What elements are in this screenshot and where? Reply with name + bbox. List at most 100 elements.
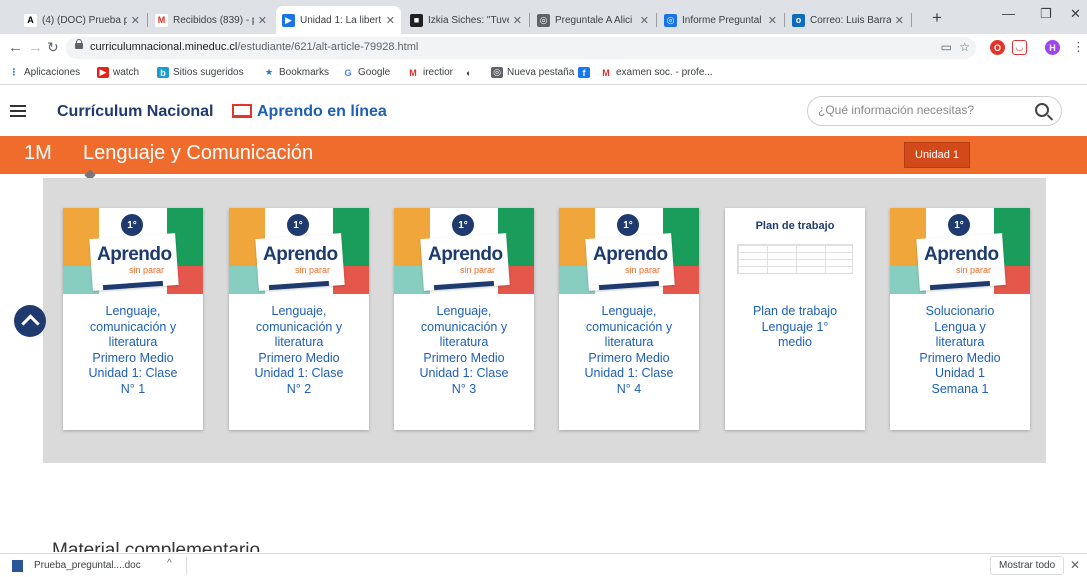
card-title-line: Primero Medio <box>92 350 174 365</box>
search-input[interactable] <box>818 103 1018 117</box>
show-all-button[interactable]: Mostrar todo <box>990 556 1065 575</box>
browser-tab[interactable]: ◎ Informe Preguntal ✕ <box>658 6 783 34</box>
card-title[interactable]: Lenguaje, comunicación y literatura Primero… <box>239 304 359 397</box>
bookmark-icon: ★ <box>263 67 275 78</box>
card-title-line: Plan de trabajo <box>752 304 838 318</box>
forward-arrow-icon[interactable]: → <box>28 39 43 56</box>
tab-close-icon[interactable]: ✕ <box>768 14 777 27</box>
browser-tab[interactable]: ◎ Preguntale A Alici ✕ <box>531 6 655 34</box>
scroll-up-button[interactable] <box>14 305 46 337</box>
subject-bar: 1M Lenguaje y Comunicación Unidad 1 <box>0 136 1087 174</box>
tab-separator <box>147 13 148 27</box>
bookmark-label: Bookmarks <box>279 67 330 78</box>
aprendo-en-linea-link[interactable]: Aprendo en línea <box>232 103 387 121</box>
bookmark-label: irectior <box>423 67 454 78</box>
card-title-line: medio <box>777 335 813 349</box>
card-title-line: Unidad 1: Clase <box>254 366 344 380</box>
card-title-line: Unidad 1: Clase <box>88 366 178 380</box>
search-box <box>807 96 1062 126</box>
resource-card[interactable]: 1° Aprendo sin parar Lenguaje, comunicación … <box>559 208 699 430</box>
address-bar[interactable]: curriculumnacional.mineduc.cl/estudiante… <box>66 37 976 59</box>
cover-title: Aprendo <box>924 244 999 265</box>
bookmark-item[interactable]: ⋮ Aplicaciones <box>8 67 80 78</box>
resource-card[interactable]: 1° Aprendo sin parar Lenguaje, comunicación … <box>394 208 534 430</box>
card-title-line: Lenguaje, <box>436 304 492 318</box>
card-title[interactable]: Plan de trabajo Lenguaje 1° medio <box>735 304 855 351</box>
card-title-line: N° 4 <box>616 381 642 396</box>
card-title[interactable]: Lenguaje, comunicación y literatura Primero… <box>73 304 193 397</box>
plan-thumbnail-title: Plan de trabajo <box>755 220 835 232</box>
subject-title: Lenguaje y Comunicación <box>83 142 314 164</box>
unit-button[interactable]: Unidad 1 <box>904 142 971 168</box>
bookmark-item[interactable]: b Sitios sugeridos <box>157 67 244 78</box>
resource-card[interactable]: 1° Aprendo sin parar Lenguaje, comunicación … <box>229 208 369 430</box>
tab-separator <box>656 13 657 27</box>
star-icon[interactable]: ☆ <box>959 40 970 54</box>
bookmark-label: examen soc. - profe... <box>616 67 713 78</box>
bookmark-icon: f <box>578 67 590 78</box>
cast-icon[interactable]: ▭ <box>941 40 952 54</box>
brand-title[interactable]: Currículum Nacional <box>57 103 213 121</box>
chevron-up-icon[interactable]: ^ <box>167 558 172 569</box>
grade-badge: 1° <box>121 214 143 236</box>
bookmark-item[interactable]: Mexamen soc. - profe... <box>600 67 713 78</box>
tab-title: Informe Preguntal <box>682 14 762 26</box>
new-tab-icon[interactable]: + <box>932 8 942 28</box>
menu-dots-icon[interactable]: ⋮ <box>1072 39 1085 55</box>
tab-favicon-icon: ◎ <box>664 13 677 27</box>
card-title-line: N° 3 <box>451 381 477 396</box>
card-title-line: literatura <box>604 335 654 349</box>
aprendo-label: Aprendo en línea <box>257 103 387 120</box>
cover-title: Aprendo <box>263 244 338 265</box>
card-title[interactable]: Lenguaje, comunicación y literatura Primero… <box>404 304 524 397</box>
close-icon[interactable]: ✕ <box>1070 558 1080 572</box>
tab-close-icon[interactable]: ✕ <box>386 14 395 27</box>
profile-avatar[interactable]: H <box>1045 40 1060 55</box>
resource-card[interactable]: 1° Aprendo sin parar Solucionario Lengua y li… <box>890 208 1030 430</box>
download-file-name[interactable]: Prueba_preguntal....doc <box>34 560 141 571</box>
bookmark-item[interactable]: ★ Bookmarks <box>263 67 329 78</box>
bookmark-item[interactable]: ◐ <box>463 67 479 78</box>
tab-close-icon[interactable]: ✕ <box>258 14 267 27</box>
word-doc-icon <box>12 560 23 572</box>
card-title-line: Unidad 1: Clase <box>419 366 509 380</box>
browser-tab[interactable]: ■ Izkia Siches: "Tuve ✕ <box>404 6 528 34</box>
bookmark-item[interactable]: G Google <box>342 67 390 78</box>
grade-badge: 1° <box>617 214 639 236</box>
card-title[interactable]: Lenguaje, comunicación y literatura Primero… <box>569 304 689 397</box>
card-title-line: Solucionario <box>925 304 995 318</box>
cover-title: Aprendo <box>593 244 668 265</box>
minimize-icon[interactable]: — <box>1002 6 1015 21</box>
tab-close-icon[interactable]: ✕ <box>895 14 904 27</box>
bookmark-item[interactable]: ◎ Nueva pestaña <box>491 67 574 78</box>
tab-close-icon[interactable]: ✕ <box>513 14 522 27</box>
bookmark-item[interactable]: Mirectior <box>407 67 453 78</box>
restore-icon[interactable]: ❐ <box>1040 6 1052 22</box>
card-title-line: N° 1 <box>120 381 146 396</box>
resource-card[interactable]: 1° Aprendo sin parar Lenguaje, comunicación … <box>63 208 203 430</box>
back-arrow-icon[interactable]: ← <box>8 39 23 56</box>
tab-favicon-icon: ▶ <box>282 13 295 27</box>
close-window-icon[interactable]: ✕ <box>1070 6 1081 22</box>
opera-extension-icon[interactable]: O <box>990 40 1005 55</box>
cover-subtitle: sin parar <box>295 265 331 275</box>
browser-tab[interactable]: ▶ Unidad 1: La libert ✕ <box>276 6 401 34</box>
bookmark-item[interactable]: f <box>578 67 594 78</box>
card-title[interactable]: Solucionario Lengua y literatura Primero Me… <box>900 304 1020 397</box>
bookmark-label: Nueva pestaña <box>507 67 575 78</box>
cover-subtitle: sin parar <box>956 265 992 275</box>
tab-close-icon[interactable]: ✕ <box>640 14 649 27</box>
pocket-extension-icon[interactable]: ◡ <box>1012 40 1027 55</box>
resource-card[interactable]: Plan de trabajo Plan de trabajo Lenguaje 1… <box>725 208 865 430</box>
tab-favicon-icon: o <box>792 13 805 27</box>
grade-badge: 1° <box>287 214 309 236</box>
browser-tab[interactable]: A (4) (DOC) Prueba p ✕ <box>18 6 146 34</box>
hamburger-menu-icon[interactable] <box>10 105 26 117</box>
reload-icon[interactable]: ↻ <box>47 39 59 56</box>
bookmark-item[interactable]: ▶ watch <box>97 67 139 78</box>
search-icon[interactable] <box>1035 103 1049 117</box>
bookmark-icon: ◐ <box>463 67 475 78</box>
browser-tab[interactable]: M Recibidos (839) - p ✕ <box>149 6 273 34</box>
tab-close-icon[interactable]: ✕ <box>131 14 140 27</box>
browser-tab[interactable]: o Correo: Luis Barra ✕ <box>786 6 910 34</box>
